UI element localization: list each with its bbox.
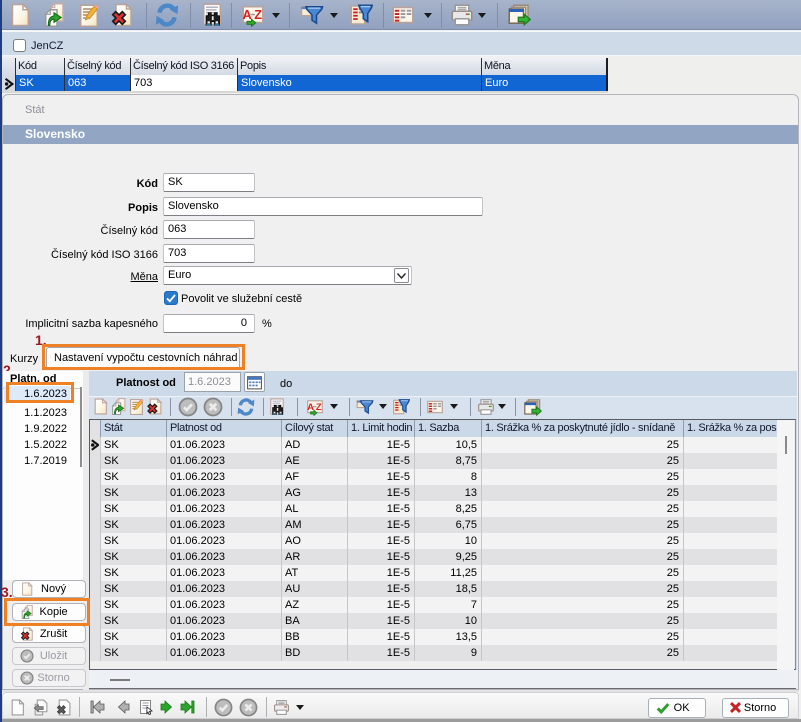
svg-text:Z: Z bbox=[316, 402, 322, 413]
svg-text:A: A bbox=[307, 402, 314, 413]
svg-text:Z: Z bbox=[254, 7, 262, 22]
svg-text:A: A bbox=[243, 7, 252, 22]
